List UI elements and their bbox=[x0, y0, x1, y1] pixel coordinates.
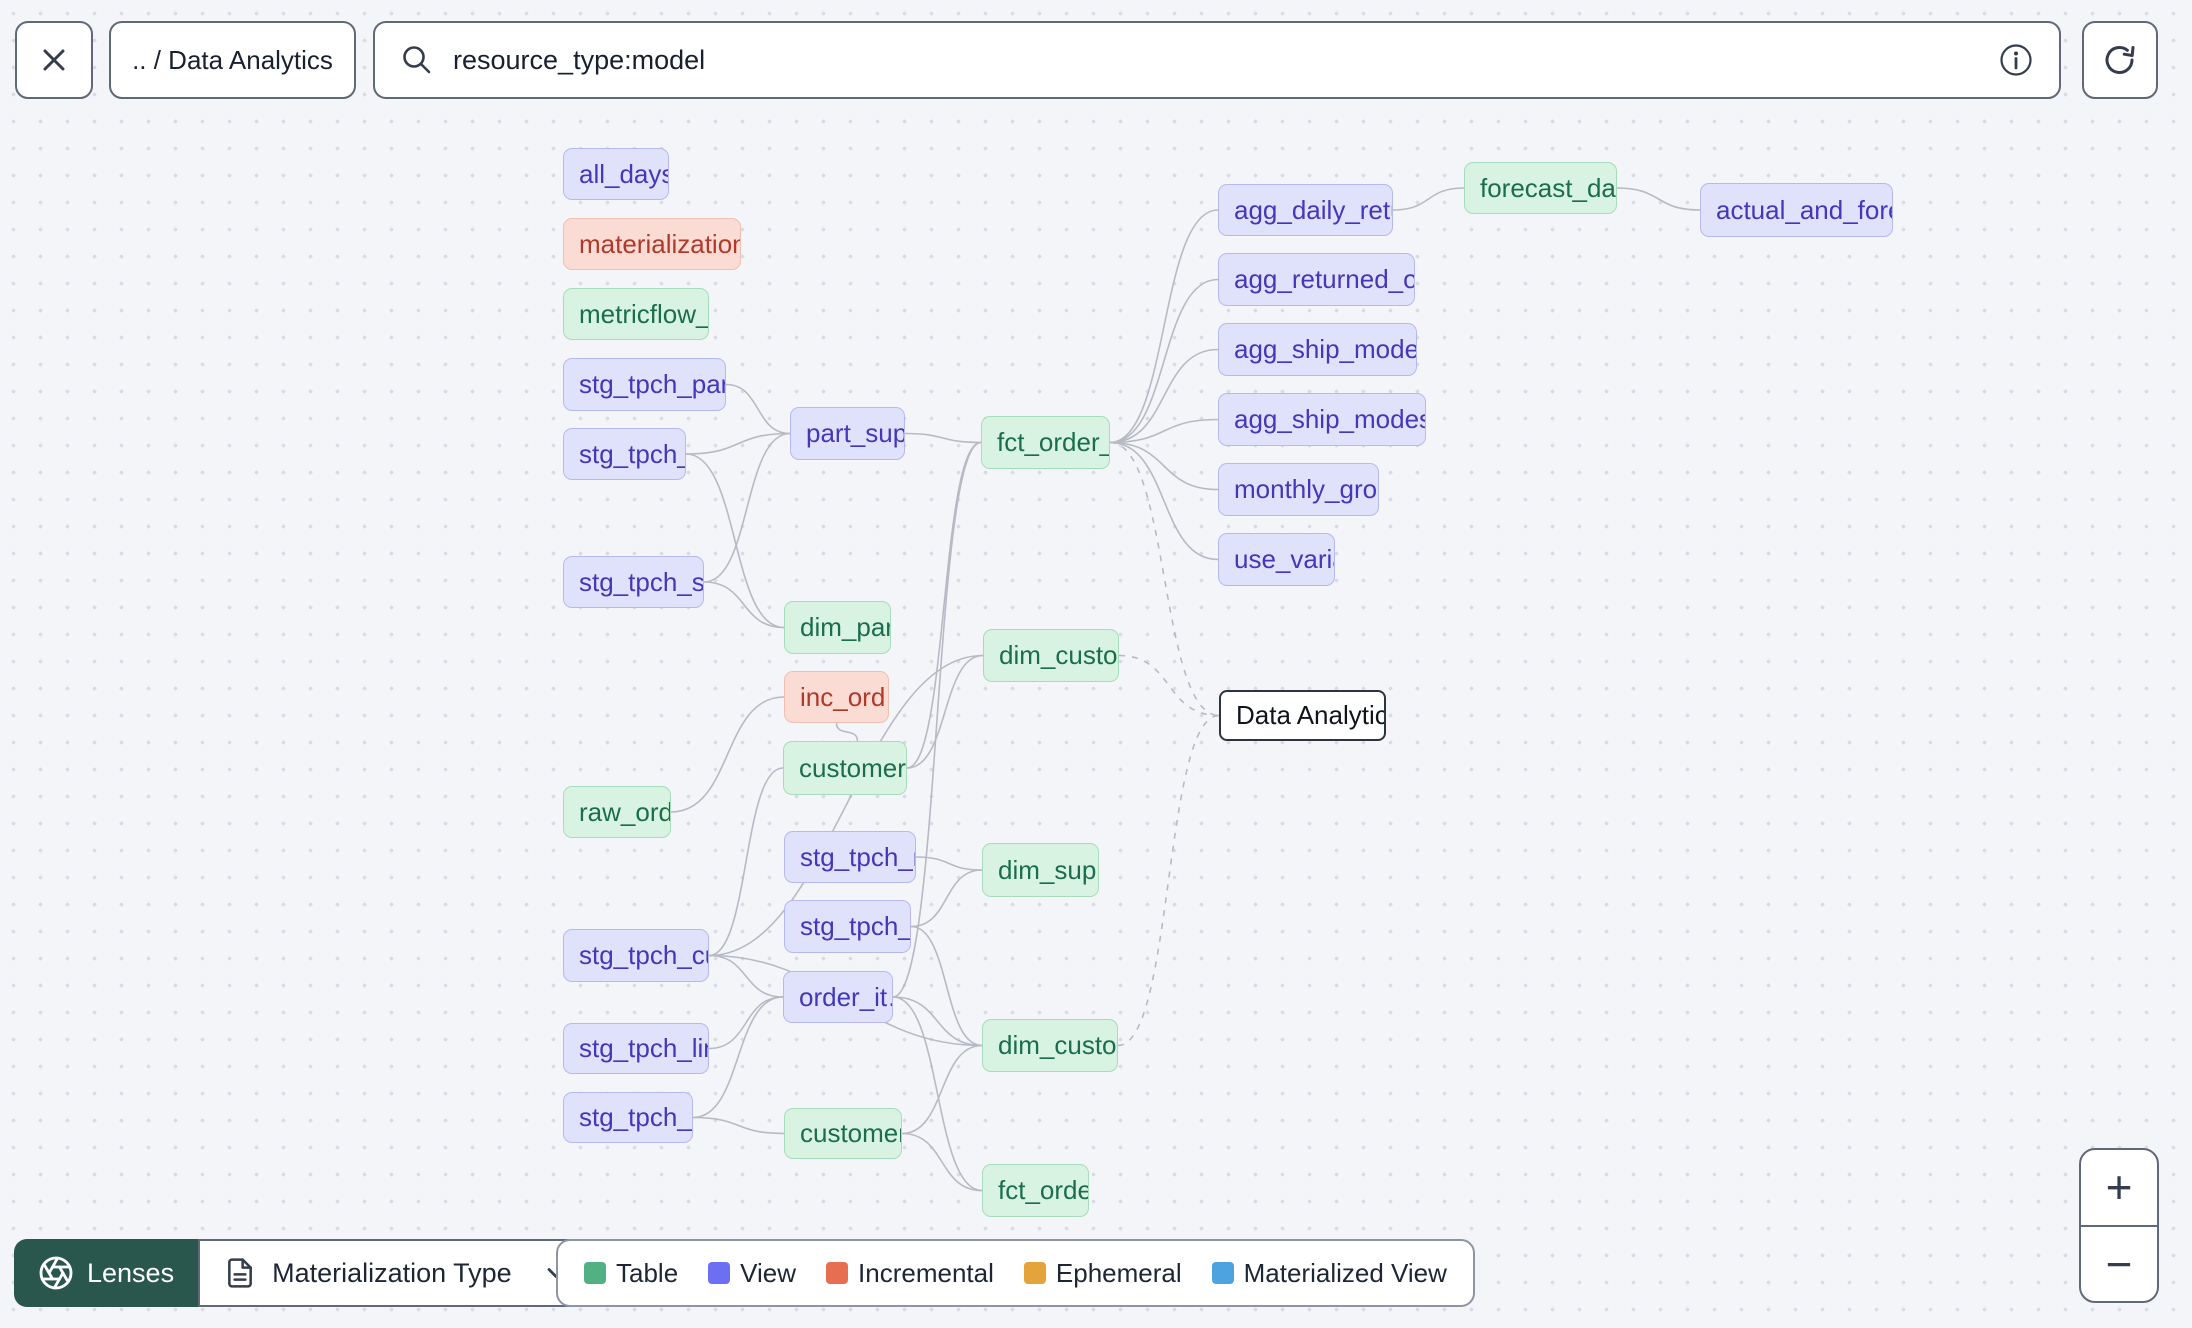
lenses-button[interactable]: Lenses bbox=[14, 1239, 199, 1307]
refresh-button[interactable] bbox=[2082, 21, 2158, 99]
lineage-app: { "header": { "breadcrumb": ".. / Data A… bbox=[0, 0, 2192, 1328]
graph-node-stg_tpch_a[interactable]: stg_tpch_… bbox=[563, 428, 686, 480]
search-bar bbox=[373, 21, 2061, 99]
legend-item-incremental: Incremental bbox=[826, 1258, 994, 1289]
legend-label: Incremental bbox=[858, 1257, 994, 1288]
close-button[interactable] bbox=[15, 21, 93, 99]
graph-node-dim_parts[interactable]: dim_parts bbox=[784, 601, 891, 654]
search-icon bbox=[403, 46, 431, 74]
graph-node-agg_returned[interactable]: agg_returned_orde… bbox=[1218, 253, 1415, 306]
graph-node-customer_a[interactable]: customer… bbox=[783, 741, 907, 795]
breadcrumb-label: .. / Data Analytics bbox=[132, 44, 333, 75]
legend-item-ephemeral: Ephemeral bbox=[1023, 1257, 1182, 1289]
graph-node-raw_ord[interactable]: raw_ord… bbox=[563, 786, 671, 838]
graph-node-stg_tpch_part[interactable]: stg_tpch_part_… bbox=[563, 358, 726, 411]
legend-label: Materialized View bbox=[1243, 1257, 1447, 1288]
lens-selector-dropdown[interactable]: Materialization Type bbox=[198, 1239, 596, 1307]
legend-swatch bbox=[1211, 1262, 1234, 1284]
graph-node-stg_tpch_b[interactable]: stg_tpch_… bbox=[563, 1092, 693, 1143]
info-icon[interactable] bbox=[1997, 41, 2035, 79]
zoom-control: + − bbox=[2079, 1148, 2159, 1303]
graph-node-metricflow_ti[interactable]: metricflow_ti… bbox=[563, 288, 709, 340]
lens-selector-label: Materialization Type bbox=[272, 1257, 512, 1288]
legend-item-table: Table bbox=[584, 1258, 678, 1289]
legend-item-view: View bbox=[708, 1258, 796, 1289]
graph-node-project[interactable]: Data Analytics | … bbox=[1219, 690, 1386, 741]
lenses-label: Lenses bbox=[87, 1257, 175, 1288]
graph-node-customer_b[interactable]: customer… bbox=[784, 1108, 902, 1159]
legend-label: Ephemeral bbox=[1055, 1257, 1182, 1288]
graph-node-dim_custo_b[interactable]: dim_custo… bbox=[982, 1019, 1118, 1072]
graph-node-agg_ship_d[interactable]: agg_ship_modes_d… bbox=[1218, 323, 1417, 376]
graph-node-materialization_i[interactable]: materialization_i… bbox=[563, 218, 741, 270]
graph-node-dim_custo_a[interactable]: dim_custo… bbox=[983, 629, 1119, 682]
graph-node-use_varia[interactable]: use_varia… bbox=[1218, 533, 1335, 586]
zoom-in-button[interactable]: + bbox=[2081, 1150, 2157, 1227]
graph-node-order_it[interactable]: order_it… bbox=[783, 971, 893, 1023]
graph-node-stg_tpch_lin[interactable]: stg_tpch_lin… bbox=[563, 1023, 709, 1074]
search-input[interactable] bbox=[451, 43, 1981, 77]
graph-node-actual_and[interactable]: actual_and_foreca… bbox=[1700, 183, 1893, 237]
legend-label: Table bbox=[616, 1257, 679, 1288]
graph-node-monthly_gross[interactable]: monthly_gross… bbox=[1218, 463, 1379, 516]
graph-node-fct_order_i[interactable]: fct_order_i… bbox=[981, 416, 1110, 469]
legend-swatch bbox=[826, 1262, 849, 1284]
graph-node-stg_tpch_r[interactable]: stg_tpch_r… bbox=[784, 831, 916, 883]
legend-swatch bbox=[584, 1262, 606, 1284]
legend-swatch bbox=[1023, 1262, 1046, 1284]
legend-label: View bbox=[740, 1257, 797, 1288]
graph-node-stg_tpch_cu[interactable]: stg_tpch_cu… bbox=[563, 929, 709, 982]
refresh-icon bbox=[2105, 45, 2135, 74]
lineage-canvas[interactable]: all_days materialization_i… metricflow_ti…… bbox=[0, 0, 2192, 1328]
graph-node-stg_tpch_su[interactable]: stg_tpch_su… bbox=[563, 556, 704, 608]
graph-node-fct_orders[interactable]: fct_orders bbox=[982, 1164, 1089, 1217]
lenses-control: Lenses Materialization Type bbox=[14, 1239, 596, 1307]
graph-node-part_sup[interactable]: part_sup… bbox=[790, 407, 905, 460]
breadcrumb[interactable]: .. / Data Analytics bbox=[109, 21, 356, 99]
document-icon bbox=[228, 1258, 253, 1288]
graph-nodes: all_days materialization_i… metricflow_ti…… bbox=[0, 0, 2192, 1328]
aperture-icon bbox=[39, 1256, 73, 1290]
graph-node-agg_ship_ha[interactable]: agg_ship_modes_ha… bbox=[1218, 393, 1426, 446]
graph-node-all_days[interactable]: all_days bbox=[563, 148, 669, 200]
legend-item-materialized-view: Materialized View bbox=[1211, 1257, 1447, 1289]
graph-node-stg_tpch_n[interactable]: stg_tpch_n… bbox=[784, 900, 911, 953]
materialization-legend: Table View Incremental Ephemeral Materialize… bbox=[556, 1239, 1475, 1307]
legend-swatch bbox=[708, 1262, 731, 1284]
graph-node-agg_daily[interactable]: agg_daily_retur… bbox=[1218, 184, 1393, 236]
graph-node-inc_ord[interactable]: inc_ord… bbox=[784, 671, 889, 723]
zoom-out-button[interactable]: − bbox=[2081, 1227, 2157, 1302]
graph-node-dim_sup[interactable]: dim_sup… bbox=[982, 843, 1099, 897]
graph-node-forecast_daily[interactable]: forecast_daily… bbox=[1464, 162, 1617, 214]
close-icon bbox=[43, 49, 65, 71]
